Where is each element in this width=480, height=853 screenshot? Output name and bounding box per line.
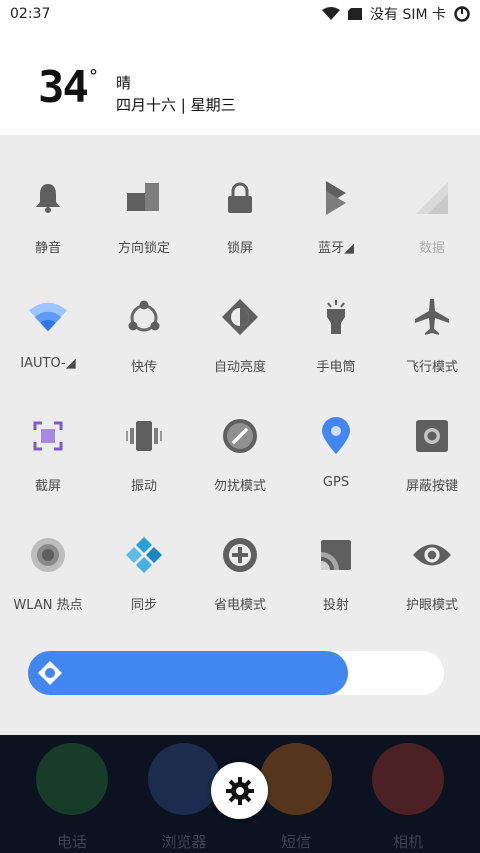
tile-sync-label: 同步 bbox=[130, 598, 157, 613]
auto-brightness-icon bbox=[221, 298, 259, 336]
brightness-slider-fill bbox=[28, 651, 349, 695]
phone-icon bbox=[36, 743, 108, 815]
tile-block-keys[interactable]: 屏蔽按键 bbox=[384, 413, 480, 513]
temperature-value: 34 bbox=[38, 62, 89, 113]
bluetooth-icon bbox=[317, 179, 355, 217]
gps-icon bbox=[317, 417, 355, 455]
tile-gps[interactable]: GPS bbox=[288, 413, 384, 513]
tile-cast[interactable]: 投射 bbox=[288, 532, 384, 632]
dock-app-phone[interactable]: 电话 bbox=[24, 743, 120, 853]
tile-hotspot[interactable]: WLAN 热点 bbox=[0, 532, 96, 632]
tile-bluetooth-label: 蓝牙◢ bbox=[318, 241, 354, 256]
tile-gps-label: GPS bbox=[322, 475, 350, 490]
dock-app-camera[interactable]: 相机 bbox=[360, 743, 456, 853]
tile-quick-share[interactable]: 快传 bbox=[96, 294, 192, 394]
tile-auto-brightness-label: 自动亮度 bbox=[213, 360, 266, 375]
tile-lock-screen-label: 锁屏 bbox=[226, 241, 253, 256]
battery-saver-icon bbox=[221, 536, 259, 574]
status-bar: 02:37 没有 SIM 卡 bbox=[0, 0, 480, 28]
tile-do-not-disturb[interactable]: 勿扰模式 bbox=[192, 413, 288, 513]
dock-app-browser-label: 浏览器 bbox=[161, 833, 207, 851]
do-not-disturb-icon bbox=[221, 417, 259, 455]
carrier-text: 没有 SIM 卡 bbox=[370, 7, 446, 23]
wifi-icon bbox=[29, 298, 67, 336]
lock-icon bbox=[221, 179, 259, 217]
cast-icon bbox=[317, 536, 355, 574]
tile-hotspot-label: WLAN 热点 bbox=[13, 598, 83, 613]
gear-icon bbox=[225, 776, 254, 805]
weather-date: 四月十六 | 星期三 bbox=[116, 96, 236, 114]
tile-vibrate-label: 振动 bbox=[130, 479, 157, 494]
tile-cast-label: 投射 bbox=[322, 598, 349, 613]
degree-symbol: ° bbox=[89, 66, 98, 87]
tile-airplane-label: 飞行模式 bbox=[405, 360, 458, 375]
tile-sync[interactable]: 同步 bbox=[96, 532, 192, 632]
sync-status-icon bbox=[454, 6, 470, 22]
bell-icon bbox=[29, 179, 67, 217]
tile-mobile-data-label: 数据 bbox=[418, 241, 445, 256]
tile-wifi-label: IAUTO-◢ bbox=[20, 356, 76, 371]
tile-auto-brightness[interactable]: 自动亮度 bbox=[192, 294, 288, 394]
status-time: 02:37 bbox=[10, 6, 51, 22]
sms-icon bbox=[260, 743, 332, 815]
dock-app-sms-label: 短信 bbox=[280, 833, 311, 851]
hotspot-icon bbox=[29, 536, 67, 574]
eye-icon bbox=[413, 536, 451, 574]
tile-mobile-data[interactable]: 数据 bbox=[384, 175, 480, 275]
tile-lock-screen[interactable]: 锁屏 bbox=[192, 175, 288, 275]
flashlight-icon bbox=[317, 298, 355, 336]
tile-flashlight[interactable]: 手电筒 bbox=[288, 294, 384, 394]
share-icon bbox=[125, 298, 163, 336]
brightness-slider[interactable] bbox=[28, 651, 444, 695]
block-keys-icon bbox=[413, 417, 451, 455]
tile-screenshot[interactable]: 截屏 bbox=[0, 413, 96, 513]
tile-eye-care-label: 护眼模式 bbox=[405, 598, 458, 613]
tile-vibrate[interactable]: 振动 bbox=[96, 413, 192, 513]
dock-app-camera-label: 相机 bbox=[392, 833, 423, 851]
brightness-icon[interactable] bbox=[38, 661, 62, 685]
status-indicators: 没有 SIM 卡 bbox=[322, 4, 470, 24]
tile-battery-saver-label: 省电模式 bbox=[213, 598, 266, 613]
browser-icon bbox=[148, 743, 220, 815]
tile-quick-share-label: 快传 bbox=[130, 360, 157, 375]
tile-screenshot-label: 截屏 bbox=[34, 479, 61, 494]
vibrate-icon bbox=[125, 417, 163, 455]
tile-battery-saver[interactable]: 省电模式 bbox=[192, 532, 288, 632]
no-sim-icon bbox=[348, 8, 362, 20]
tile-do-not-disturb-label: 勿扰模式 bbox=[213, 479, 266, 494]
settings-button[interactable] bbox=[211, 762, 268, 819]
quick-settings-panel: 静音 方向锁定 锁屏 蓝牙◢ 数据 IAUTO-◢ 快传 自动亮度 手电筒 飞行… bbox=[0, 135, 480, 735]
tile-silent[interactable]: 静音 bbox=[0, 175, 96, 275]
airplane-icon bbox=[413, 298, 451, 336]
tile-rotation-lock[interactable]: 方向锁定 bbox=[96, 175, 192, 275]
tile-silent-label: 静音 bbox=[34, 241, 61, 256]
tile-rotation-lock-label: 方向锁定 bbox=[117, 241, 170, 256]
rotation-lock-icon bbox=[125, 179, 163, 217]
tile-airplane[interactable]: 飞行模式 bbox=[384, 294, 480, 394]
sync-icon bbox=[125, 536, 163, 574]
mobile-data-icon bbox=[413, 179, 451, 217]
screenshot-icon bbox=[29, 417, 67, 455]
camera-icon bbox=[372, 743, 444, 815]
tile-block-keys-label: 屏蔽按键 bbox=[405, 479, 458, 494]
wifi-signal-icon bbox=[322, 7, 340, 20]
tile-wifi[interactable]: IAUTO-◢ bbox=[0, 294, 96, 394]
weather-condition: 晴 bbox=[116, 74, 132, 92]
tile-flashlight-label: 手电筒 bbox=[316, 360, 356, 375]
tile-bluetooth[interactable]: 蓝牙◢ bbox=[288, 175, 384, 275]
dock-app-phone-label: 电话 bbox=[56, 833, 87, 851]
weather-header[interactable]: 34 ° 晴 四月十六 | 星期三 bbox=[0, 28, 480, 135]
tile-eye-care[interactable]: 护眼模式 bbox=[384, 532, 480, 632]
